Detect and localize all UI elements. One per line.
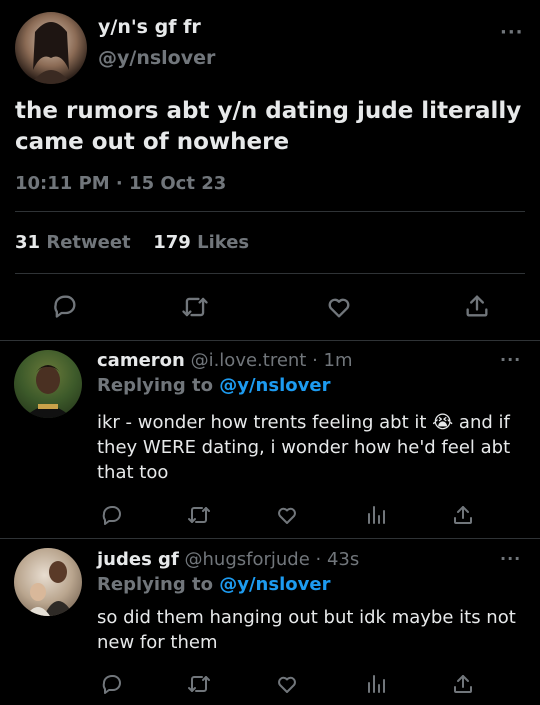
reply-text: ikr - wonder how trents feeling abt it 😭… — [97, 412, 511, 483]
engagement-stats: 31 Retweet 179 Likes — [15, 232, 249, 253]
handle[interactable]: @hugsforjude — [185, 549, 310, 570]
replying-to-handle[interactable]: @y/nslover — [219, 574, 330, 595]
timestamp[interactable]: 10:11 PM · 15 Oct 23 — [15, 173, 226, 194]
replying-to: Replying to @y/nslover — [97, 375, 330, 396]
reply-text: so did them hanging out but idk maybe it… — [97, 607, 516, 653]
divider — [15, 211, 525, 212]
reply-header: cameron @i.love.trent · 1m — [97, 350, 353, 371]
retweet-icon[interactable] — [186, 503, 212, 527]
tweet-text: the rumors abt y/n dating jude literally… — [15, 98, 522, 155]
retweet-icon[interactable] — [180, 293, 210, 321]
retweet-label[interactable]: Retweet — [46, 232, 130, 253]
retweet-icon[interactable] — [186, 672, 212, 696]
avatar[interactable] — [15, 12, 87, 84]
replying-to-label: Replying to — [97, 375, 213, 396]
handle[interactable]: @y/nslover — [98, 47, 215, 69]
share-icon[interactable] — [463, 292, 491, 320]
like-icon[interactable] — [275, 672, 299, 696]
divider — [0, 538, 540, 539]
share-icon[interactable] — [451, 503, 475, 527]
avatar-portrait — [31, 22, 71, 84]
replying-to-handle[interactable]: @y/nslover — [219, 375, 330, 396]
avatar-portrait — [24, 365, 72, 418]
analytics-icon[interactable] — [364, 672, 388, 696]
handle[interactable]: @i.love.trent — [191, 350, 307, 371]
reply-header: judes gf @hugsforjude · 43s — [97, 549, 359, 570]
reply-time[interactable]: · 43s — [316, 549, 360, 570]
more-icon[interactable]: ··· — [500, 549, 521, 568]
reply-icon[interactable] — [51, 292, 79, 320]
replying-to: Replying to @y/nslover — [97, 574, 330, 595]
reply-icon[interactable] — [100, 503, 124, 527]
reply-icon[interactable] — [100, 672, 124, 696]
display-name[interactable]: cameron — [97, 350, 185, 371]
divider — [0, 340, 540, 341]
analytics-icon[interactable] — [364, 503, 388, 527]
retweet-count[interactable]: 31 — [15, 232, 40, 253]
likes-label[interactable]: Likes — [197, 232, 249, 253]
avatar[interactable] — [14, 548, 82, 616]
divider — [15, 273, 525, 274]
avatar[interactable] — [14, 350, 82, 418]
like-icon[interactable] — [275, 503, 299, 527]
like-icon[interactable] — [325, 293, 353, 321]
more-icon[interactable]: ··· — [500, 22, 524, 43]
likes-count[interactable]: 179 — [153, 232, 191, 253]
replying-to-label: Replying to — [97, 574, 213, 595]
display-name[interactable]: judes gf — [97, 549, 179, 570]
reply-time[interactable]: · 1m — [312, 350, 352, 371]
more-icon[interactable]: ··· — [500, 350, 521, 369]
share-icon[interactable] — [451, 672, 475, 696]
avatar-portrait — [26, 561, 74, 616]
display-name[interactable]: y/n's gf fr — [98, 16, 201, 38]
